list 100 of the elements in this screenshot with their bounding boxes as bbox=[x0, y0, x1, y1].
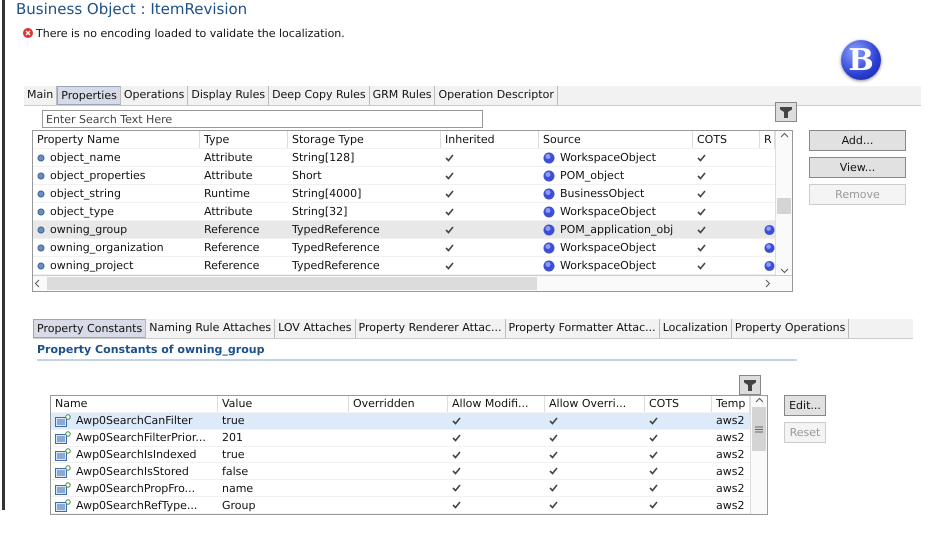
scroll-right-icon[interactable] bbox=[763, 279, 772, 288]
table-cell: WorkspaceObject bbox=[560, 241, 656, 254]
filter-button[interactable] bbox=[775, 102, 797, 122]
table-cell: owning_group bbox=[50, 223, 128, 236]
scrollbar-thumb[interactable] bbox=[777, 198, 791, 214]
grip-icon bbox=[755, 426, 763, 432]
property-icon bbox=[37, 172, 45, 180]
column-header[interactable]: Overridden bbox=[349, 396, 448, 412]
action-button[interactable]: Edit... bbox=[784, 395, 826, 416]
business-object-icon bbox=[543, 170, 555, 182]
property-icon bbox=[37, 154, 45, 162]
business-object-icon bbox=[543, 188, 555, 200]
column-header[interactable]: Property Name bbox=[33, 131, 200, 148]
scroll-up-icon[interactable] bbox=[754, 396, 764, 405]
table-cell: TypedReference bbox=[292, 223, 380, 236]
tab[interactable]: Property Formatter Attac... bbox=[506, 319, 660, 338]
column-header[interactable]: Type bbox=[200, 131, 288, 148]
property-icon bbox=[37, 208, 45, 216]
table-cell: Reference bbox=[204, 223, 260, 236]
table-cell: Attribute bbox=[204, 169, 253, 182]
constant-icon bbox=[55, 448, 71, 461]
table-cell: Awp0SearchCanFilter bbox=[76, 414, 192, 428]
vertical-scrollbar[interactable] bbox=[750, 396, 767, 514]
scroll-left-icon[interactable] bbox=[33, 279, 42, 288]
search-field[interactable]: Enter Search Text Here bbox=[42, 110, 483, 128]
column-header[interactable]: Allow Modifi... bbox=[448, 396, 545, 412]
tab[interactable]: Property Constants bbox=[33, 319, 146, 338]
column-header[interactable]: Source bbox=[539, 131, 693, 148]
tab[interactable]: Localization bbox=[660, 319, 732, 338]
scrollbar-thumb[interactable] bbox=[752, 407, 766, 451]
scroll-down-icon[interactable] bbox=[780, 266, 788, 275]
table-cell: owning_project bbox=[50, 259, 134, 272]
tab[interactable]: Property Operations bbox=[732, 319, 850, 338]
tab[interactable]: Operation Descriptor bbox=[435, 86, 558, 105]
table-cell: object_properties bbox=[50, 169, 146, 182]
tab[interactable]: Operations bbox=[120, 86, 188, 105]
tab[interactable]: Deep Copy Rules bbox=[269, 86, 370, 105]
business-object-logo: B bbox=[841, 40, 881, 80]
horizontal-scrollbar[interactable] bbox=[33, 275, 792, 291]
table-cell: TypedReference bbox=[292, 259, 380, 272]
column-header[interactable]: COTS bbox=[645, 396, 712, 412]
table-cell: Group bbox=[222, 498, 256, 512]
table-cell: BusinessObject bbox=[560, 187, 644, 200]
business-object-icon bbox=[764, 242, 775, 254]
scroll-up-icon[interactable] bbox=[780, 131, 788, 140]
table-cell: 201 bbox=[222, 431, 243, 444]
table-row[interactable]: Awp0SearchCanFilter true aws2 bbox=[51, 412, 750, 430]
table-cell: owning_organization bbox=[50, 241, 164, 254]
tab[interactable]: Naming Rule Attaches bbox=[146, 319, 276, 338]
business-object-icon bbox=[543, 242, 555, 254]
scrollbar-thumb[interactable] bbox=[47, 277, 537, 290]
column-header[interactable]: Name bbox=[51, 396, 218, 412]
table-cell: POM_application_obj bbox=[560, 223, 674, 236]
action-button[interactable]: View... bbox=[809, 157, 906, 178]
column-header[interactable]: Inherited bbox=[441, 131, 539, 148]
table-cell: aws2 bbox=[716, 482, 744, 495]
table-row[interactable]: Awp0SearchIsStored false aws2 bbox=[51, 463, 750, 480]
table-cell: aws2 bbox=[716, 431, 744, 444]
error-icon bbox=[23, 28, 33, 38]
table-row[interactable]: Awp0SearchFilterPrior... 201 aws2 bbox=[51, 430, 750, 447]
property-icon bbox=[37, 262, 45, 270]
column-header[interactable]: Value bbox=[218, 396, 349, 412]
table-cell: false bbox=[222, 464, 248, 478]
table-cell: Awp0SearchRefType... bbox=[76, 498, 198, 512]
tab[interactable]: LOV Attaches bbox=[275, 319, 356, 338]
table-cell: Awp0SearchPropFro... bbox=[76, 482, 196, 495]
table-row[interactable]: Awp0SearchPropFro... name aws2 bbox=[51, 480, 750, 498]
property-icon bbox=[37, 244, 45, 252]
table-cell: String[4000] bbox=[292, 187, 362, 200]
tab[interactable]: Display Rules bbox=[188, 86, 270, 105]
constant-icon bbox=[55, 431, 71, 444]
column-header[interactable]: Allow Overri... bbox=[545, 396, 645, 412]
action-button[interactable]: Add... bbox=[809, 130, 906, 151]
table-cell: String[32] bbox=[292, 205, 348, 218]
vertical-scrollbar[interactable] bbox=[775, 131, 792, 275]
table-cell: object_type bbox=[50, 205, 114, 218]
business-object-icon bbox=[543, 260, 555, 272]
tab[interactable]: Properties bbox=[57, 86, 121, 105]
tab[interactable]: GRM Rules bbox=[370, 86, 436, 105]
table-cell: Reference bbox=[204, 241, 260, 254]
table-cell: aws2 bbox=[716, 464, 744, 478]
table-cell: true bbox=[222, 448, 245, 461]
table-cell: Short bbox=[292, 169, 322, 182]
column-header[interactable]: Storage Type bbox=[288, 131, 441, 148]
filter-button[interactable] bbox=[739, 375, 761, 395]
table-cell: Awp0SearchIsIndexed bbox=[76, 448, 197, 461]
tab[interactable]: Property Renderer Attac... bbox=[356, 319, 506, 338]
table-cell: POM_object bbox=[560, 169, 624, 182]
table-cell: TypedReference bbox=[292, 241, 380, 254]
column-header[interactable]: COTS bbox=[693, 131, 760, 148]
table-cell: name bbox=[222, 482, 254, 495]
table-row[interactable]: Awp0SearchRefType... Group aws2 bbox=[51, 497, 750, 514]
table-cell: Reference bbox=[204, 259, 260, 272]
table-row[interactable]: Awp0SearchIsIndexed true aws2 bbox=[51, 446, 750, 464]
table-row[interactable]: owning_group Reference TypedReference POM_application_obj bbox=[33, 221, 775, 239]
constant-icon bbox=[55, 464, 71, 478]
table-cell: Runtime bbox=[204, 187, 250, 200]
table-cell: object_name bbox=[50, 151, 121, 164]
error-message: There is no encoding loaded to validate the localization. bbox=[36, 26, 345, 40]
table-cell: object_string bbox=[50, 187, 121, 200]
